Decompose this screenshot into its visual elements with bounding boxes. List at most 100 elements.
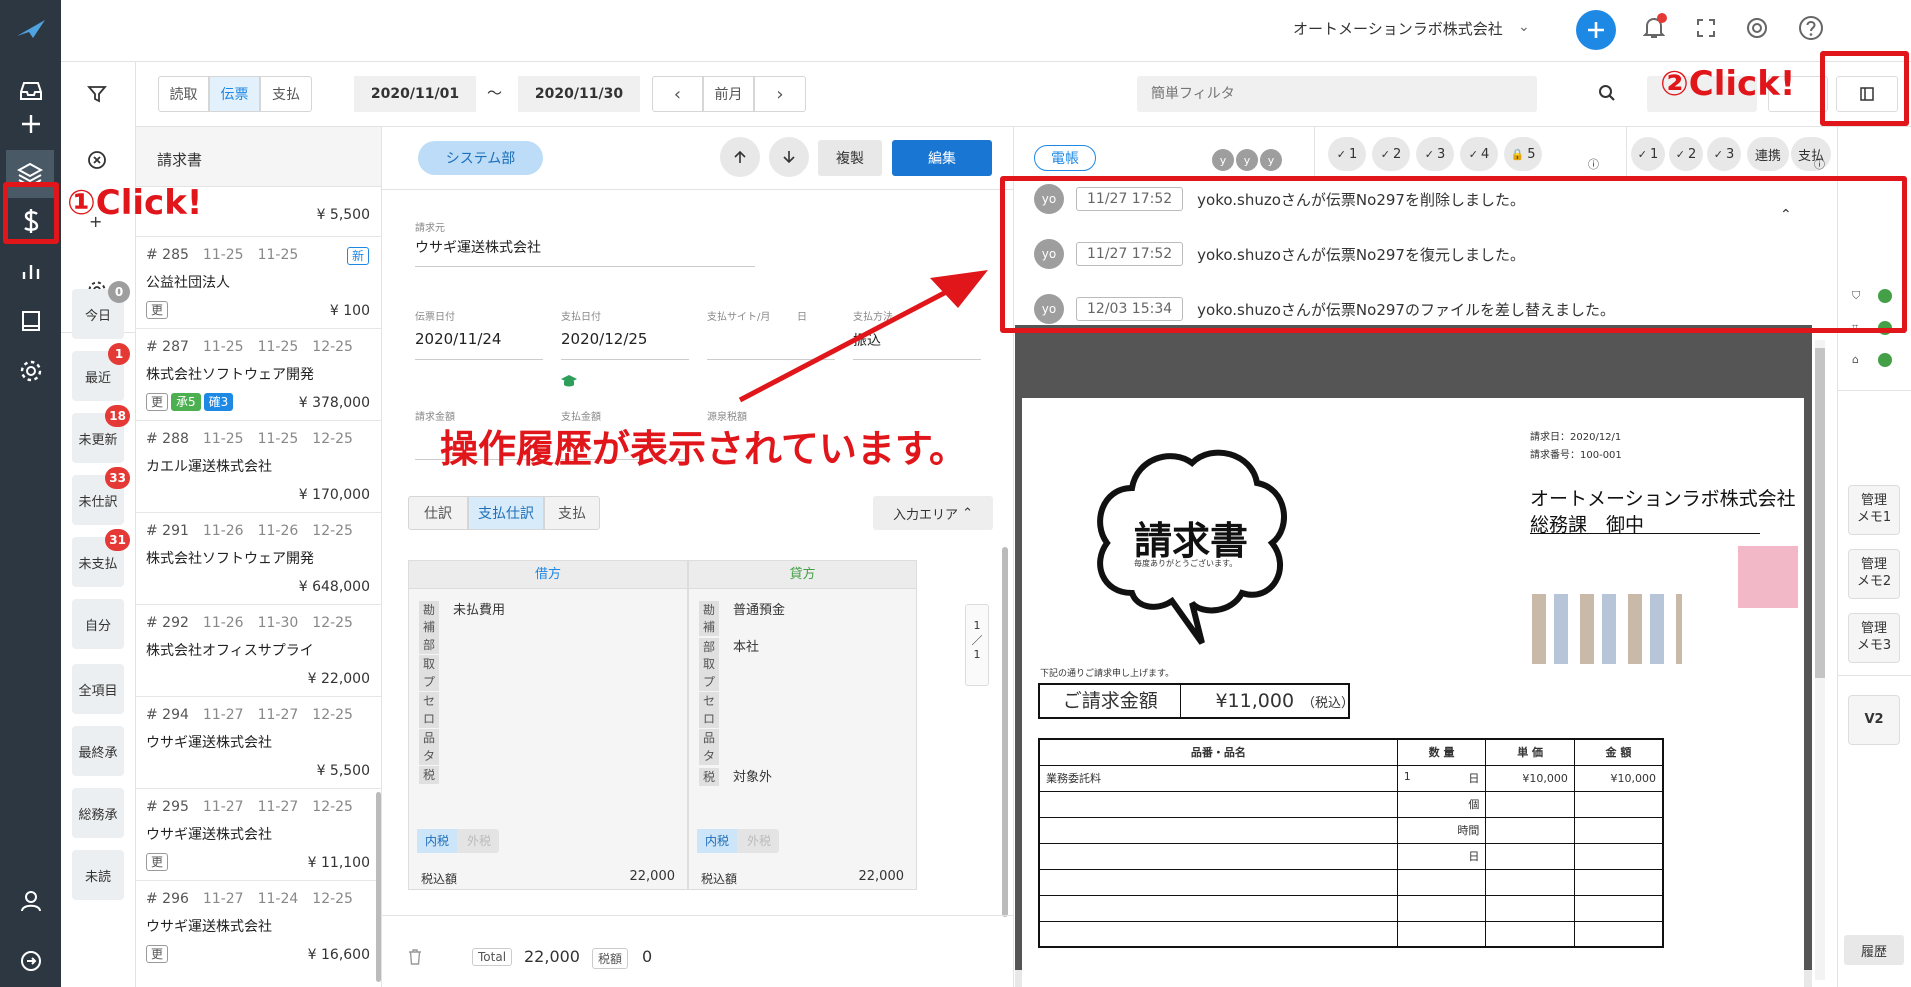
- tab-journal[interactable]: 仕訳: [408, 496, 468, 530]
- logout-icon[interactable]: [10, 940, 52, 982]
- tax-out-option[interactable]: 外税: [459, 829, 499, 853]
- tab-payment-journal[interactable]: 支払仕訳: [468, 496, 544, 530]
- quick-filter-5[interactable]: 自分: [72, 599, 124, 649]
- search-input[interactable]: [1137, 76, 1537, 112]
- month-button[interactable]: 前月: [703, 76, 754, 112]
- user-avatar[interactable]: y: [1212, 149, 1234, 171]
- date-to-input[interactable]: 2020/11/30: [518, 76, 640, 112]
- quick-filter-4[interactable]: 未支払 31: [72, 529, 130, 587]
- list-item[interactable]: # 287 11-25 11-25 12-25 株式会社ソフトウェア開発更承5 確3 ¥ 3…: [136, 329, 381, 421]
- approval-step-5[interactable]: 🔒 5: [1504, 137, 1542, 171]
- journal-row[interactable]: ロ: [419, 710, 453, 728]
- journal-row[interactable]: 部: [419, 636, 453, 654]
- viewer-scrollbar[interactable]: [1815, 340, 1825, 980]
- quick-filter-6[interactable]: 全項目: [72, 664, 124, 714]
- tax-in-option[interactable]: 内税: [697, 829, 737, 853]
- filter-icon[interactable]: [87, 84, 107, 108]
- approval-step-2[interactable]: ✓ 2: [1372, 137, 1410, 171]
- quick-filter-1[interactable]: 最近 1: [72, 343, 130, 401]
- arrow-down-icon[interactable]: [769, 137, 809, 177]
- shiharai-button[interactable]: 支払: [1791, 137, 1831, 171]
- approval-step-4[interactable]: ✓ 4: [1460, 137, 1498, 171]
- journal-row[interactable]: 税対象外: [699, 766, 772, 786]
- bar-chart-icon[interactable]: [10, 250, 52, 292]
- clear-icon[interactable]: [87, 150, 107, 174]
- journal-row[interactable]: 補: [699, 617, 733, 636]
- list-item[interactable]: # 295 11-27 11-27 12-25 ウサギ運送株式会社更 ¥ 11,100: [136, 789, 381, 881]
- copy-button[interactable]: 複製: [818, 140, 882, 176]
- scrollbar[interactable]: [1002, 547, 1008, 917]
- tab-payment[interactable]: 支払: [260, 76, 312, 112]
- memo-button-2[interactable]: 管理 メモ2: [1848, 549, 1900, 599]
- bell-icon[interactable]: [1642, 13, 1667, 44]
- user-icon[interactable]: [10, 880, 52, 922]
- book-icon[interactable]: [10, 300, 52, 342]
- prev-month-button[interactable]: ‹: [652, 76, 703, 112]
- input-area-toggle[interactable]: 入力エリア ⌃: [873, 496, 993, 530]
- next-month-button[interactable]: ›: [754, 76, 806, 112]
- journal-row[interactable]: 税: [419, 765, 453, 784]
- tax-out-option[interactable]: 外税: [739, 829, 779, 853]
- edit-button[interactable]: 編集: [892, 140, 992, 176]
- journal-row[interactable]: セ: [419, 691, 453, 710]
- journal-row[interactable]: 品: [419, 728, 453, 747]
- help-icon[interactable]: [1798, 15, 1824, 45]
- final-step-3[interactable]: ✓ 3: [1707, 137, 1741, 171]
- user-avatar[interactable]: y: [1236, 149, 1258, 171]
- scrollbar[interactable]: [376, 792, 381, 982]
- journal-row[interactable]: セ: [699, 691, 733, 710]
- journal-row[interactable]: ロ: [699, 710, 733, 728]
- tax-toggle[interactable]: 内税 外税: [417, 829, 499, 853]
- list-item[interactable]: # 285 11-25 11-25 新公益社団法人更 ¥ 100: [136, 237, 381, 329]
- final-step-2[interactable]: ✓ 2: [1669, 137, 1703, 171]
- approval-step-3[interactable]: ✓ 3: [1416, 137, 1454, 171]
- tab-read[interactable]: 読取: [158, 76, 209, 112]
- v2-button[interactable]: V2: [1848, 695, 1900, 745]
- journal-row[interactable]: 勘未払費用: [419, 599, 505, 619]
- quick-filter-0[interactable]: 今日 0: [72, 281, 130, 339]
- tax-toggle[interactable]: 内税 外税: [697, 829, 779, 853]
- info-icon[interactable]: ⓘ: [1588, 156, 1599, 172]
- final-step-1[interactable]: ✓ 1: [1631, 137, 1665, 171]
- quick-filter-7[interactable]: 最終承: [72, 726, 124, 776]
- department-badge[interactable]: システム部: [418, 141, 543, 175]
- list-item[interactable]: # 291 11-26 11-26 12-25 株式会社ソフトウェア開発 ¥ 648,00…: [136, 513, 381, 605]
- company-name[interactable]: オートメーションラボ株式会社: [1293, 18, 1503, 39]
- source-value[interactable]: ウサギ運送株式会社: [415, 237, 541, 257]
- tab-slip[interactable]: 伝票: [209, 76, 260, 112]
- tab-payment[interactable]: 支払: [544, 496, 600, 530]
- memo-button-3[interactable]: 管理 メモ3: [1848, 613, 1900, 663]
- quick-filter-9[interactable]: 未読: [72, 850, 124, 900]
- tax-in-option[interactable]: 内税: [417, 829, 457, 853]
- journal-row[interactable]: 部本社: [699, 636, 759, 656]
- renkei-button[interactable]: 連携: [1747, 137, 1789, 171]
- slip-date-value[interactable]: 2020/11/24: [415, 330, 501, 348]
- lifebuoy-icon[interactable]: [1746, 17, 1768, 43]
- user-avatar[interactable]: y: [1260, 149, 1282, 171]
- list-item[interactable]: # 288 11-25 11-25 12-25 カエル運送株式会社 ¥ 170,000: [136, 421, 381, 513]
- journal-row[interactable]: 取: [699, 654, 733, 673]
- journal-row[interactable]: 取: [419, 654, 453, 673]
- list-item[interactable]: # 292 11-26 11-30 12-25 株式会社オフィスサプライ ¥ 22,000: [136, 605, 381, 697]
- gear-icon[interactable]: [10, 350, 52, 392]
- journal-row[interactable]: 品: [699, 728, 733, 747]
- quick-filter-3[interactable]: 未仕訳 33: [72, 467, 130, 525]
- date-from-input[interactable]: 2020/11/01: [354, 76, 476, 112]
- info-icon[interactable]: ⓘ: [1814, 156, 1825, 172]
- journal-row[interactable]: プ: [419, 673, 453, 691]
- journal-row[interactable]: タ: [699, 747, 733, 765]
- approval-step-1[interactable]: ✓ 1: [1328, 137, 1366, 171]
- pay-date-value[interactable]: 2020/12/25: [561, 330, 647, 348]
- journal-row[interactable]: タ: [419, 747, 453, 765]
- journal-row[interactable]: 補: [419, 617, 453, 636]
- search-icon[interactable]: [1598, 84, 1616, 106]
- list-item[interactable]: # 296 11-27 11-24 12-25 ウサギ運送株式会社更 ¥ 16,600: [136, 881, 381, 973]
- denchou-badge[interactable]: 電帳: [1034, 145, 1096, 171]
- quick-filter-8[interactable]: 総務承: [72, 788, 124, 838]
- scroll-thumb[interactable]: [1815, 348, 1825, 678]
- quick-filter-2[interactable]: 未更新 18: [72, 405, 130, 463]
- bank-icon[interactable]: ⌂: [1852, 353, 1859, 366]
- logo-bird-icon[interactable]: [10, 8, 52, 50]
- page-indicator[interactable]: 1 ／ 1: [965, 604, 989, 686]
- expand-icon[interactable]: [1696, 18, 1716, 42]
